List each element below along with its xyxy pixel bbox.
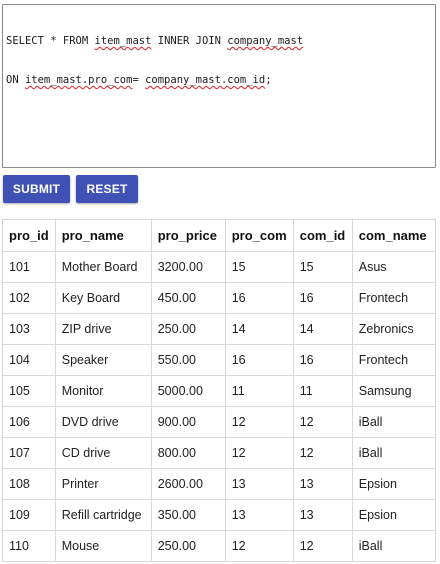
table-row: 109 Refill cartridge 350.00 13 13 Epsion xyxy=(3,499,435,531)
table-cell-pro-id: 102 xyxy=(3,282,56,314)
table-row: 101 Mother Board 3200.00 15 15 Asus xyxy=(3,251,435,283)
table-cell-pro-com: 12 xyxy=(225,530,294,561)
table-cell-pro-id: 104 xyxy=(3,344,56,376)
table-row: 103 ZIP drive 250.00 14 14 Zebronics xyxy=(3,313,435,345)
sql-line-1: SELECT * FROM item_mast INNER JOIN compa… xyxy=(6,35,432,48)
table-cell-pro-com: 13 xyxy=(225,499,294,531)
table-cell-com-name: iBall xyxy=(352,406,435,438)
submit-button[interactable]: SUBMIT xyxy=(3,175,70,203)
table-cell-pro-price: 5000.00 xyxy=(151,375,226,407)
column-header-pro-name: pro_name xyxy=(55,220,152,252)
result-table-container: pro_id pro_name pro_price pro_com com_id com_… xyxy=(2,219,436,562)
table-row: 106 DVD drive 900.00 12 12 iBall xyxy=(3,406,435,438)
table-cell-pro-com: 14 xyxy=(225,313,294,345)
table-cell-pro-price: 550.00 xyxy=(151,344,226,376)
table-cell-pro-name: Mother Board xyxy=(55,251,152,283)
table-cell-pro-id: 105 xyxy=(3,375,56,407)
table-cell-pro-id: 106 xyxy=(3,406,56,438)
sql-editor[interactable]: SELECT * FROM item_mast INNER JOIN compa… xyxy=(2,4,436,168)
table-cell-pro-name: Speaker xyxy=(55,344,152,376)
table-cell-pro-price: 900.00 xyxy=(151,406,226,438)
sql-token: ON xyxy=(6,74,25,86)
table-cell-pro-name: ZIP drive xyxy=(55,313,152,345)
table-cell-pro-com: 12 xyxy=(225,437,294,469)
table-cell-pro-id: 107 xyxy=(3,437,56,469)
table-cell-pro-name: Printer xyxy=(55,468,152,500)
table-cell-pro-price: 350.00 xyxy=(151,499,226,531)
table-cell-pro-name: Refill cartridge xyxy=(55,499,152,531)
table-cell-pro-name: Key Board xyxy=(55,282,152,314)
table-cell-com-id: 12 xyxy=(293,530,353,561)
table-cell-pro-name: DVD drive xyxy=(55,406,152,438)
table-cell-com-name: iBall xyxy=(352,437,435,469)
table-cell-com-name: Asus xyxy=(352,251,435,283)
table-cell-com-id: 16 xyxy=(293,282,353,314)
table-cell-pro-id: 108 xyxy=(3,468,56,500)
sql-token: = xyxy=(132,74,146,86)
table-cell-pro-id: 103 xyxy=(3,313,56,345)
table-cell-com-id: 14 xyxy=(293,313,353,345)
table-body: 101 Mother Board 3200.00 15 15 Asus 102 Key Boa… xyxy=(3,251,435,561)
sql-line-2: ON item_mast.pro_com= company_mast.com_i… xyxy=(6,74,432,87)
column-header-com-id: com_id xyxy=(293,220,353,252)
table-cell-pro-com: 12 xyxy=(225,406,294,438)
table-cell-com-id: 13 xyxy=(293,468,353,500)
table-cell-pro-name: Mouse xyxy=(55,530,152,561)
table-cell-pro-price: 250.00 xyxy=(151,530,226,561)
table-cell-com-name: Frontech xyxy=(352,344,435,376)
table-cell-com-id: 13 xyxy=(293,499,353,531)
table-cell-pro-price: 2600.00 xyxy=(151,468,226,500)
table-cell-pro-id: 110 xyxy=(3,530,56,561)
table-cell-com-id: 11 xyxy=(293,375,353,407)
table-row: 110 Mouse 250.00 12 12 iBall xyxy=(3,530,435,561)
reset-button[interactable]: RESET xyxy=(76,175,138,203)
table-cell-com-name: iBall xyxy=(358,539,383,553)
table-cell-pro-id: 101 xyxy=(3,251,56,283)
table-cell-pro-com: 16 xyxy=(225,344,294,376)
sql-token: ; xyxy=(265,74,272,86)
table-cell-com-name: Epsion xyxy=(352,468,435,500)
table-cell-pro-price: 3200.00 xyxy=(151,251,226,283)
table-cell-pro-com: 16 xyxy=(225,282,294,314)
column-header-pro-price: pro_price xyxy=(151,220,226,252)
table-cell-pro-com: 13 xyxy=(225,468,294,500)
table-cell-pro-name: CD drive xyxy=(55,437,152,469)
table-row: 102 Key Board 450.00 16 16 Frontech xyxy=(3,282,435,314)
table-cell-com-id: 12 xyxy=(293,437,353,469)
column-header-com-name: com_name xyxy=(352,220,435,252)
table-cell-pro-com: 15 xyxy=(225,251,294,283)
table-cell-com-name: Epsion xyxy=(352,499,435,531)
table-cell-pro-price: 250.00 xyxy=(151,313,226,345)
table-cell-pro-com: 11 xyxy=(225,375,294,407)
table-cell-com-id: 16 xyxy=(293,344,353,376)
table-cell-com-name: Samsung xyxy=(352,375,435,407)
sql-token-misspelled: item_mast.pro_com xyxy=(24,74,133,86)
table-header-row: pro_id pro_name pro_price pro_com com_id com_… xyxy=(3,220,435,252)
table-cell-com-id: 12 xyxy=(293,406,353,438)
table-cell-com-name: Frontech xyxy=(352,282,435,314)
table-cell-pro-price: 800.00 xyxy=(151,437,226,469)
result-table: pro_id pro_name pro_price pro_com com_id com_… xyxy=(3,220,435,561)
sql-token: SELECT * FROM xyxy=(6,35,95,47)
table-row: 108 Printer 2600.00 13 13 Epsion xyxy=(3,468,435,500)
sql-token: INNER JOIN xyxy=(151,35,228,47)
sql-token-misspelled: company_mast xyxy=(227,35,304,47)
column-header-pro-com: pro_com xyxy=(225,220,294,252)
sql-token-misspelled: item_mast xyxy=(94,35,152,47)
table-cell-com-name: Zebronics xyxy=(352,313,435,345)
table-row: 107 CD drive 800.00 12 12 iBall xyxy=(3,437,435,469)
column-header-pro-id: pro_id xyxy=(3,220,56,252)
table-cell-com-id: 15 xyxy=(293,251,353,283)
table-cell-pro-id: 109 xyxy=(3,499,56,531)
sql-token-misspelled: company_mast.com_id xyxy=(145,74,266,86)
table-cell-pro-name: Monitor xyxy=(55,375,152,407)
table-row: 105 Monitor 5000.00 11 11 Samsung xyxy=(3,375,435,407)
table-row: 104 Speaker 550.00 16 16 Frontech xyxy=(3,344,435,376)
table-cell-pro-price: 450.00 xyxy=(151,282,226,314)
